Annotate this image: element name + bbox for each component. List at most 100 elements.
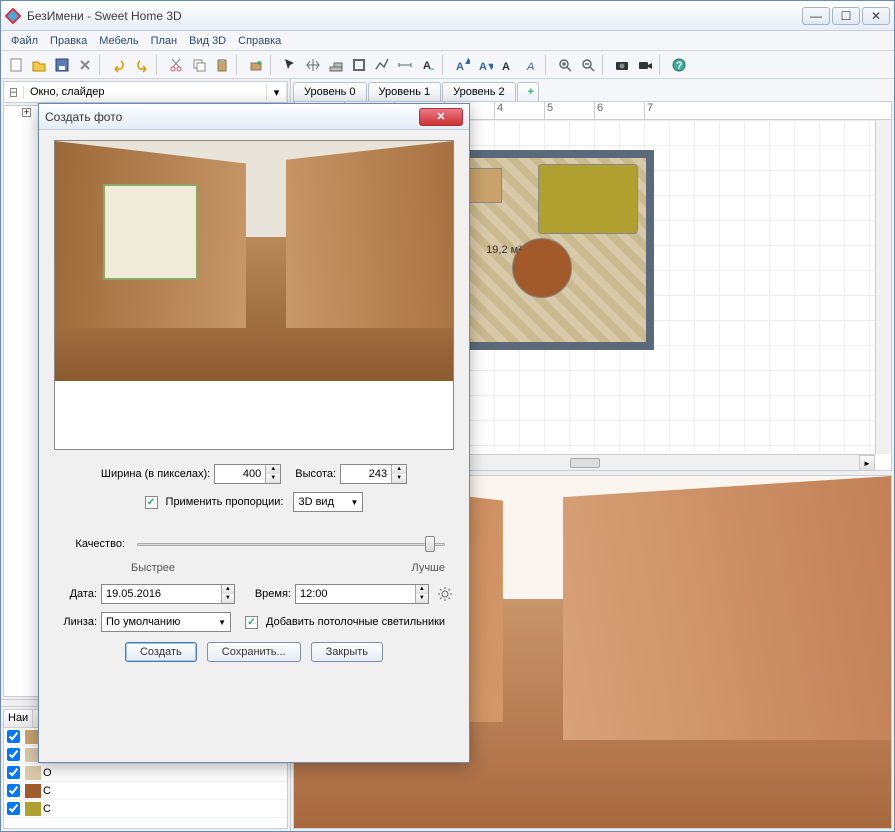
tab-level2[interactable]: Уровень 2 [442, 82, 516, 101]
furniture-header-name[interactable]: Наи [4, 710, 33, 727]
create-button[interactable]: Создать [125, 642, 197, 662]
width-input[interactable]: ▲▼ [214, 464, 281, 484]
close-button[interactable]: ✕ [862, 7, 890, 25]
chevron-down-icon: ▼ [218, 618, 226, 627]
svg-text:▼: ▼ [486, 61, 493, 73]
spin-down-icon[interactable]: ▼ [391, 474, 406, 483]
save-icon[interactable] [51, 54, 73, 76]
date-input[interactable]: ▲▼ [101, 584, 235, 604]
lens-combo[interactable]: По умолчанию▼ [101, 612, 231, 632]
view-combo[interactable]: 3D вид▼ [293, 492, 363, 512]
menu-file[interactable]: Файл [5, 33, 44, 49]
svg-text:A: A [502, 61, 510, 73]
add-furniture-icon[interactable] [245, 54, 267, 76]
tab-level0[interactable]: Уровень 0 [293, 82, 367, 101]
italic-icon[interactable]: A [520, 54, 542, 76]
titlebar: БезИмени - Sweet Home 3D — ☐ ✕ [1, 1, 894, 31]
menu-edit[interactable]: Правка [44, 33, 93, 49]
time-input[interactable]: ▲▼ [295, 584, 429, 604]
list-item[interactable]: С [4, 800, 287, 818]
maximize-button[interactable]: ☐ [832, 7, 860, 25]
create-text-icon[interactable]: A [417, 54, 439, 76]
svg-text:?: ? [676, 60, 683, 72]
undo-icon[interactable] [108, 54, 130, 76]
select-icon[interactable] [279, 54, 301, 76]
increase-text-icon[interactable]: A▲ [451, 54, 473, 76]
photo-icon[interactable] [611, 54, 633, 76]
create-dimension-icon[interactable] [394, 54, 416, 76]
spin-down-icon[interactable]: ▼ [265, 474, 280, 483]
furniture-sofa[interactable] [538, 164, 638, 234]
bold-icon[interactable]: A [497, 54, 519, 76]
list-item[interactable]: С [4, 782, 287, 800]
new-icon[interactable] [5, 54, 27, 76]
width-label: Ширина (в пикселах): [101, 468, 210, 480]
scrollbar-vertical[interactable] [875, 120, 891, 454]
quality-label: Качество: [55, 538, 125, 550]
catalog-header: − Окно, слайдер ▾ [3, 81, 288, 103]
pan-icon[interactable] [302, 54, 324, 76]
zoom-in-icon[interactable] [554, 54, 576, 76]
proportions-label: Применить пропорции: [166, 496, 284, 508]
menu-furniture[interactable]: Мебель [93, 33, 144, 49]
dialog-close-button[interactable]: ✕ [419, 108, 463, 126]
chevron-down-icon: ▼ [351, 498, 359, 507]
proportions-checkbox[interactable] [145, 496, 158, 509]
dropdown-icon[interactable]: ▾ [267, 84, 287, 101]
close-button[interactable]: Закрыть [311, 642, 383, 662]
app-icon [5, 8, 21, 24]
quality-fast-label: Быстрее [131, 562, 175, 574]
zoom-out-icon[interactable] [577, 54, 599, 76]
svg-text:A: A [423, 60, 431, 72]
list-item[interactable]: О [4, 764, 287, 782]
tab-level1[interactable]: Уровень 1 [368, 82, 442, 101]
menu-view3d[interactable]: Вид 3D [183, 33, 232, 49]
spin-down-icon[interactable]: ▼ [221, 594, 234, 603]
help-icon[interactable]: ? [668, 54, 690, 76]
create-walls-icon[interactable] [325, 54, 347, 76]
paste-icon[interactable] [211, 54, 233, 76]
collapse-icon[interactable]: − [10, 88, 17, 97]
lens-label: Линза: [55, 616, 97, 628]
photo-preview [54, 140, 454, 450]
dialog-titlebar: Создать фото ✕ [39, 104, 469, 130]
menubar: Файл Правка Мебель План Вид 3D Справка [1, 31, 894, 51]
dialog-title: Создать фото [45, 110, 419, 124]
spin-up-icon[interactable]: ▲ [415, 585, 428, 594]
menu-help[interactable]: Справка [232, 33, 287, 49]
tabbar: Уровень 0 Уровень 1 Уровень 2 + [291, 79, 894, 101]
spin-down-icon[interactable]: ▼ [415, 594, 428, 603]
menu-plan[interactable]: План [145, 33, 184, 49]
toolbar: A A▲ A▼ A A ? [1, 51, 894, 79]
spin-up-icon[interactable]: ▲ [391, 465, 406, 474]
spin-up-icon[interactable]: ▲ [265, 465, 280, 474]
create-polyline-icon[interactable] [371, 54, 393, 76]
cut-icon[interactable] [165, 54, 187, 76]
height-label: Высота: [295, 468, 336, 480]
time-label: Время: [247, 588, 291, 600]
save-button[interactable]: Сохранить... [207, 642, 301, 662]
window-title: БезИмени - Sweet Home 3D [27, 9, 802, 23]
ceiling-lights-checkbox[interactable] [245, 616, 258, 629]
decrease-text-icon[interactable]: A▼ [474, 54, 496, 76]
room-area-label: 19,2 м² [486, 244, 522, 256]
open-icon[interactable] [28, 54, 50, 76]
date-label: Дата: [55, 588, 97, 600]
catalog-item-label: Окно, слайдер [30, 86, 105, 98]
create-room-icon[interactable] [348, 54, 370, 76]
copy-icon[interactable] [188, 54, 210, 76]
spin-up-icon[interactable]: ▲ [221, 585, 234, 594]
quality-slider[interactable] [137, 534, 445, 554]
sun-icon[interactable] [437, 586, 453, 602]
svg-text:▲: ▲ [463, 57, 470, 67]
tab-add[interactable]: + [517, 82, 539, 101]
create-photo-dialog: Создать фото ✕ Ширина (в пикселах): ▲▼ В… [38, 103, 470, 763]
height-input[interactable]: ▲▼ [340, 464, 407, 484]
video-icon[interactable] [634, 54, 656, 76]
quality-best-label: Лучше [411, 562, 445, 574]
redo-icon[interactable] [131, 54, 153, 76]
preferences-icon[interactable] [74, 54, 96, 76]
svg-text:A: A [526, 61, 534, 73]
scroll-right-icon[interactable]: ► [859, 455, 875, 471]
minimize-button[interactable]: — [802, 7, 830, 25]
